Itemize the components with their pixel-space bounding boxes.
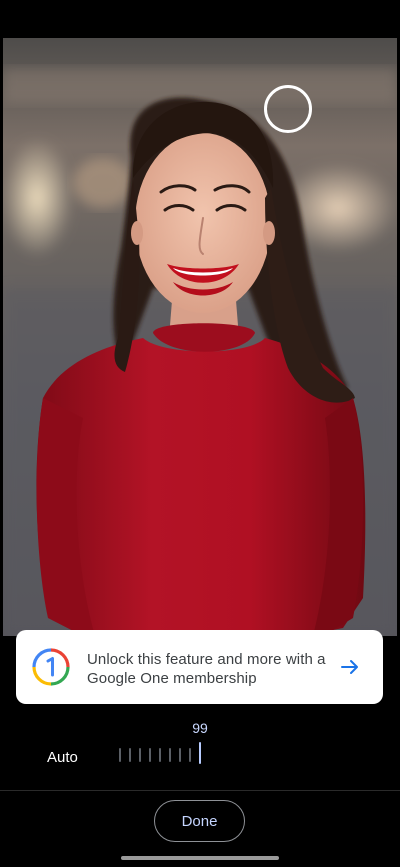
focus-point-handle[interactable]	[264, 85, 312, 133]
slider-tick	[139, 748, 141, 762]
slider-tick	[169, 748, 171, 762]
slider-tick	[179, 748, 181, 762]
auto-button[interactable]: Auto	[47, 749, 78, 766]
portrait-photo	[3, 38, 397, 636]
upsell-message: Unlock this feature and more with a Goog…	[87, 651, 326, 687]
slider-tick	[149, 748, 151, 762]
slider-tick	[189, 748, 191, 762]
slider-value: 99	[192, 720, 208, 736]
photo-canvas[interactable]	[3, 38, 397, 636]
done-button[interactable]: Done	[154, 800, 245, 842]
slider-thumb[interactable]	[199, 742, 201, 764]
google-one-icon	[32, 648, 70, 686]
slider-tick	[159, 748, 161, 762]
bottom-divider	[0, 790, 400, 791]
arrow-right-icon[interactable]	[340, 657, 360, 677]
slider-tick	[119, 748, 121, 762]
strength-slider[interactable]	[113, 740, 213, 766]
home-indicator[interactable]	[121, 856, 279, 860]
slider-tick	[129, 748, 131, 762]
google-one-upsell-card[interactable]: Unlock this feature and more with a Goog…	[16, 630, 383, 704]
